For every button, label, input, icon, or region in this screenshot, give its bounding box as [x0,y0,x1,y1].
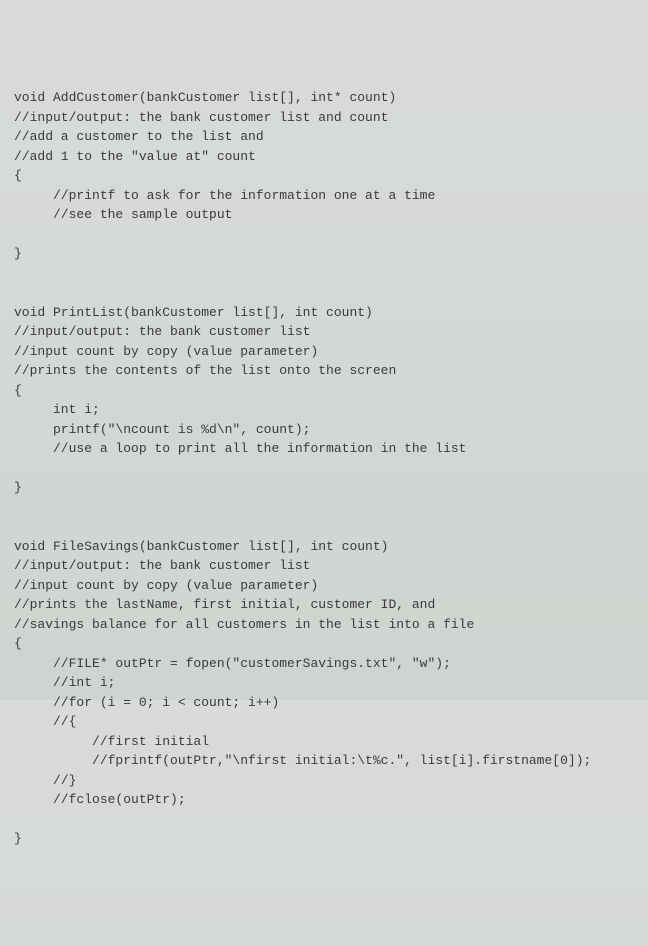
code-line: } [14,831,22,846]
code-line: //} [14,773,76,788]
code-line: { [14,383,22,398]
code-line: } [14,480,22,495]
code-line: void PrintList(bankCustomer list[], int … [14,305,373,320]
code-line: //add a customer to the list and [14,129,264,144]
code-block: void AddCustomer(bankCustomer list[], in… [14,88,634,849]
code-line: //first initial [14,734,209,749]
code-line: { [14,636,22,651]
code-line: //printf to ask for the information one … [14,188,435,203]
code-line: //use a loop to print all the informatio… [14,441,466,456]
code-line: //add 1 to the "value at" count [14,149,256,164]
code-line: //{ [14,714,76,729]
code-line: //input/output: the bank customer list a… [14,110,388,125]
code-line: //prints the lastName, first initial, cu… [14,597,435,612]
code-line: //fclose(outPtr); [14,792,186,807]
code-line: int i; [14,402,100,417]
code-line: //prints the contents of the list onto t… [14,363,396,378]
code-line: //input count by copy (value parameter) [14,344,318,359]
code-line: void FileSavings(bankCustomer list[], in… [14,539,388,554]
code-line: //fprintf(outPtr,"\nfirst initial:\t%c."… [14,753,591,768]
code-line: //for (i = 0; i < count; i++) [14,695,279,710]
code-line: //int i; [14,675,115,690]
code-line: //input count by copy (value parameter) [14,578,318,593]
code-line: { [14,168,22,183]
code-line: } [14,246,22,261]
code-line: //FILE* outPtr = fopen("customerSavings.… [14,656,451,671]
code-line: //input/output: the bank customer list [14,558,310,573]
code-line: void AddCustomer(bankCustomer list[], in… [14,90,396,105]
code-line: //savings balance for all customers in t… [14,617,474,632]
code-line: //see the sample output [14,207,232,222]
code-line: //input/output: the bank customer list [14,324,310,339]
code-line: printf("\ncount is %d\n", count); [14,422,310,437]
